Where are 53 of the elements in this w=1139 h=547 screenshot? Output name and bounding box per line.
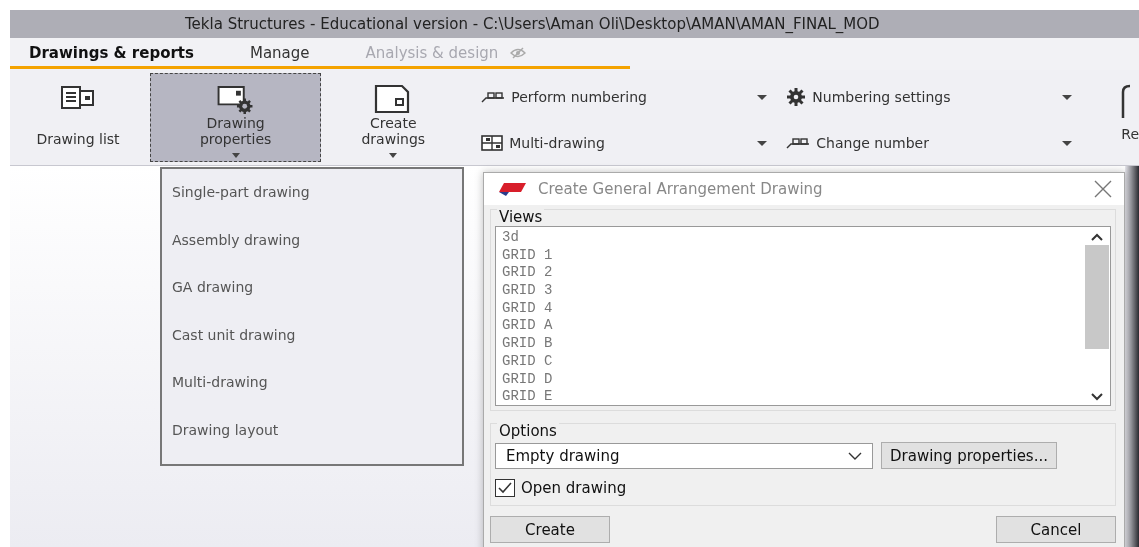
dialog-button[interactable]: Create bbox=[490, 516, 610, 543]
tool-icon bbox=[1121, 84, 1132, 120]
multi-document-icon bbox=[481, 135, 504, 151]
list-item[interactable]: GRID E bbox=[502, 388, 1078, 406]
list-item[interactable]: GRID 2 bbox=[502, 264, 1078, 283]
ribbon-button[interactable]: Multi-drawing bbox=[481, 135, 752, 151]
ribbon-button[interactable]: Numbering settings bbox=[786, 87, 1057, 107]
dialog-title: Create General Arrangement Drawing bbox=[538, 180, 824, 198]
checkbox-label: Open drawing bbox=[521, 479, 627, 497]
list-item[interactable]: GRID 3 bbox=[502, 282, 1078, 300]
ribbon-tab[interactable]: Drawings & reports bbox=[20, 44, 203, 62]
close-icon[interactable] bbox=[1094, 180, 1112, 198]
ribbon-tab[interactable]: Manage bbox=[240, 44, 319, 62]
app-logo-icon bbox=[498, 181, 528, 197]
caret-icon bbox=[1062, 140, 1073, 146]
settings-icon bbox=[786, 87, 807, 107]
list-item[interactable]: GRID D bbox=[502, 370, 1078, 389]
window-title: Tekla Structures - Educational version - C:\Users\Aman Oli\Desktop\AMAN\AMAN_FINAL_MOD bbox=[185, 15, 880, 33]
ribbon-button[interactable]: Create drawings bbox=[329, 73, 458, 162]
hidden-eye-icon bbox=[509, 47, 528, 59]
list-item[interactable]: 3d bbox=[502, 229, 1078, 247]
document-list-icon bbox=[61, 84, 95, 110]
list-item[interactable]: GRID 1 bbox=[502, 246, 1078, 265]
menu-item[interactable]: Single-part drawing bbox=[162, 175, 462, 223]
numbering-icon bbox=[786, 137, 811, 149]
group-label: Options bbox=[497, 422, 559, 440]
ribbon-button[interactable]: Re bbox=[1121, 126, 1139, 142]
list-item[interactable]: GRID A bbox=[502, 317, 1078, 336]
menu-item[interactable]: Cast unit drawing bbox=[162, 317, 462, 365]
numbering-icon bbox=[481, 91, 506, 103]
caret-icon bbox=[389, 153, 398, 158]
ribbon-button[interactable]: Perform numbering bbox=[481, 89, 752, 105]
scroll-up-icon[interactable] bbox=[1091, 233, 1103, 241]
checkbox[interactable] bbox=[495, 479, 515, 497]
ribbon-button[interactable]: Change number bbox=[786, 135, 1057, 151]
scroll-down-icon[interactable] bbox=[1091, 393, 1103, 401]
caret-icon bbox=[1062, 94, 1073, 100]
caret-icon bbox=[757, 140, 768, 146]
dialog-button[interactable]: Cancel bbox=[996, 516, 1116, 543]
menu-item[interactable]: GA drawing bbox=[162, 270, 462, 318]
menu-item[interactable]: Multi-drawing bbox=[162, 365, 462, 413]
drawing-properties-button[interactable]: Drawing properties... bbox=[881, 442, 1057, 469]
ribbon-button[interactable]: Drawing properties bbox=[150, 73, 322, 162]
chevron-down-icon bbox=[848, 451, 862, 460]
menu-item[interactable]: Assembly drawing bbox=[162, 222, 462, 270]
list-item[interactable]: GRID C bbox=[502, 352, 1078, 371]
ribbon-button[interactable]: Drawing list bbox=[14, 73, 142, 162]
list-item[interactable]: GRID B bbox=[502, 335, 1078, 353]
caret-icon bbox=[757, 94, 768, 100]
menu-item[interactable]: Drawing layout bbox=[162, 412, 462, 460]
caret-icon bbox=[231, 153, 240, 158]
list-item[interactable]: GRID 4 bbox=[502, 299, 1078, 318]
drawing-type-dropdown[interactable]: Empty drawing bbox=[495, 442, 873, 469]
